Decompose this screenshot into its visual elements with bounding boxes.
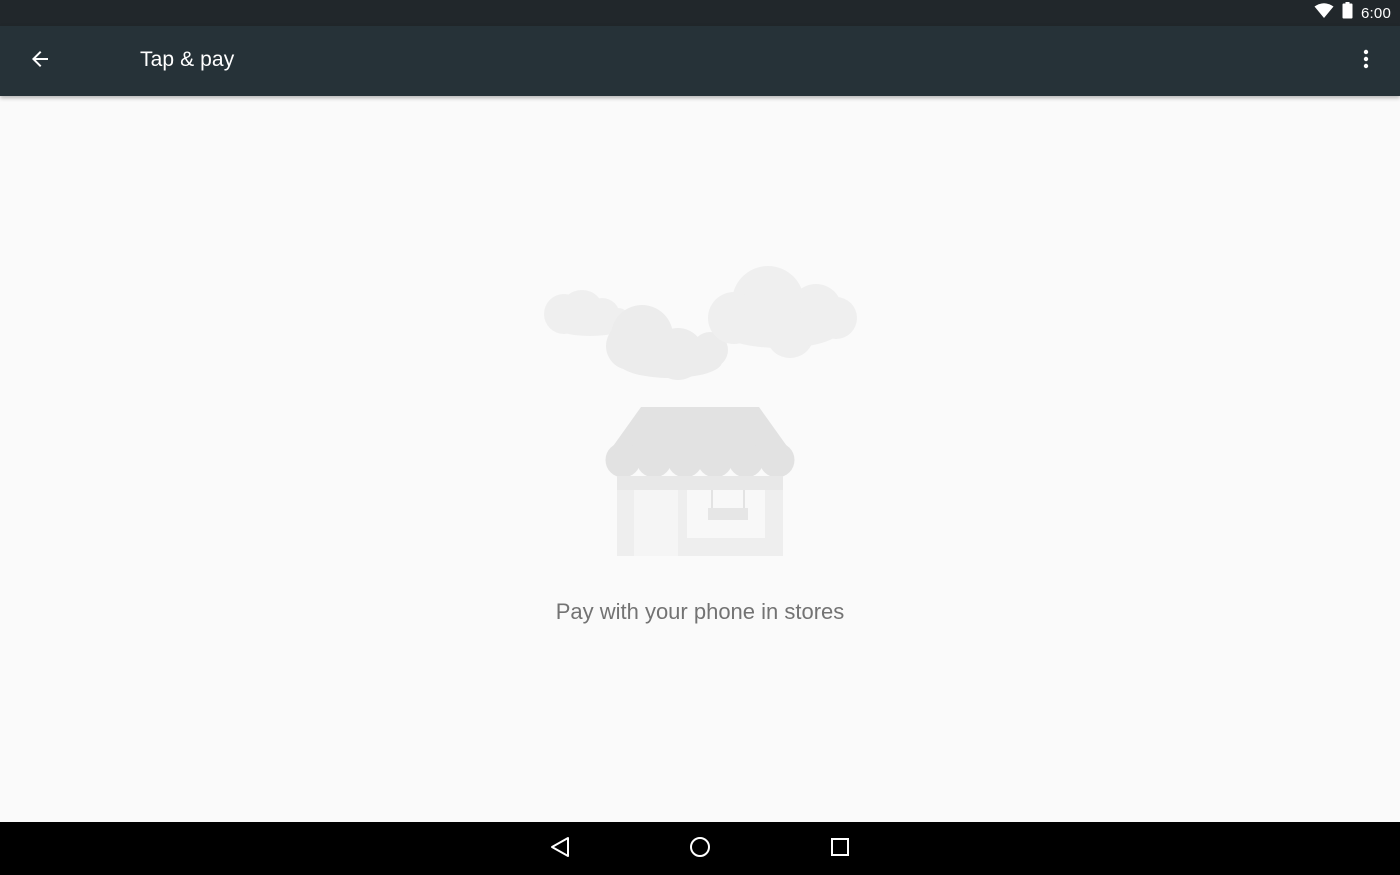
page-title: Tap & pay xyxy=(140,48,235,71)
navigation-bar xyxy=(0,822,1400,875)
battery-icon xyxy=(1342,2,1353,24)
status-icons: 6:00 xyxy=(1314,0,1391,26)
overflow-menu-button[interactable] xyxy=(1344,39,1388,83)
more-vert-icon xyxy=(1363,49,1369,74)
app-bar: Tap & pay xyxy=(0,26,1400,96)
nav-back-button[interactable] xyxy=(538,827,582,871)
nav-home-button[interactable] xyxy=(678,827,722,871)
status-time: 6:00 xyxy=(1361,4,1391,22)
back-triangle-icon xyxy=(549,835,571,864)
cloud-icon xyxy=(708,266,857,358)
back-button[interactable] xyxy=(18,39,62,83)
nav-recents-button[interactable] xyxy=(818,827,862,871)
storefront-illustration xyxy=(540,264,860,559)
awning-icon xyxy=(605,407,795,478)
wifi-icon xyxy=(1314,2,1334,24)
status-bar: 6:00 xyxy=(0,0,1400,26)
recents-square-icon xyxy=(829,836,851,863)
screen: 6:00 Tap & pay Pay with your phone in st… xyxy=(0,0,1400,875)
home-circle-icon xyxy=(688,835,712,864)
empty-state-message: Pay with your phone in stores xyxy=(555,599,845,624)
arrow-back-icon xyxy=(30,49,50,74)
